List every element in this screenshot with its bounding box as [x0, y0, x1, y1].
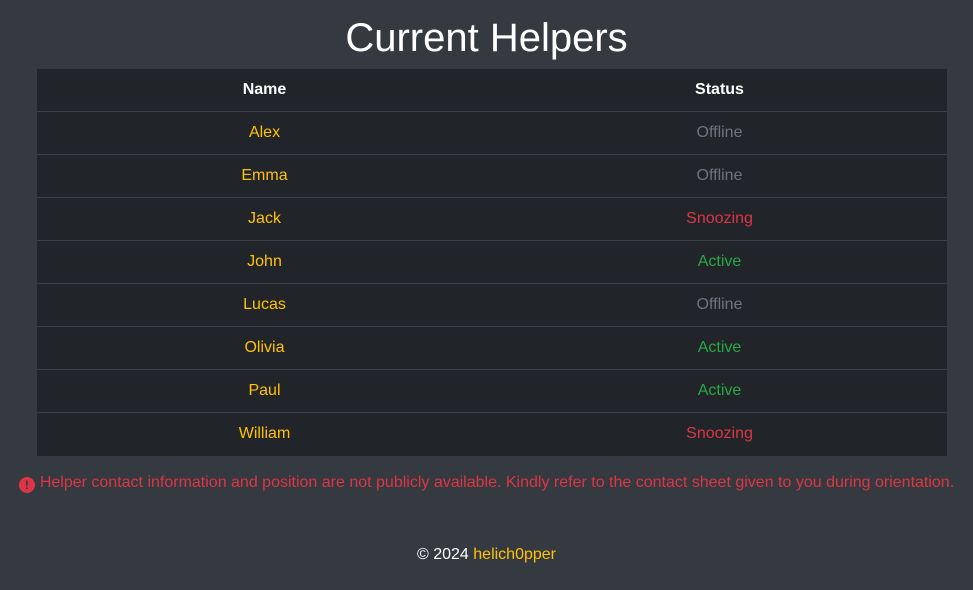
table-header-row: Name Status — [37, 69, 947, 112]
helper-status: Offline — [492, 283, 947, 327]
helper-name: Olivia — [37, 326, 492, 370]
table-row: Jack Snoozing — [37, 197, 947, 241]
helper-status: Offline — [492, 111, 947, 155]
helper-status: Snoozing — [686, 425, 753, 442]
helper-name: Paul — [37, 369, 492, 413]
author-link[interactable]: helich0pper — [473, 546, 556, 563]
column-header-status: Status — [492, 69, 947, 112]
table-row: John Active — [37, 240, 947, 284]
exclamation-circle-icon: ! — [18, 477, 35, 493]
helper-name: Jack — [37, 197, 492, 241]
helper-status: Active — [492, 369, 947, 413]
helper-status: Offline — [492, 154, 947, 198]
table-row: Lucas Offline — [37, 283, 947, 327]
table-row: Emma Offline — [37, 154, 947, 198]
table-row: Olivia Active — [37, 326, 947, 370]
helper-name: William — [238, 425, 291, 442]
table-row: Paul Active — [37, 369, 947, 413]
helper-status: Active — [492, 240, 947, 284]
helper-name: Alex — [37, 111, 492, 155]
helper-name: Emma — [37, 154, 492, 198]
privacy-notice-text: Helper contact information and position … — [39, 474, 955, 491]
table-row: Alex Offline — [37, 111, 947, 155]
footer: © 2024 helich0pper — [0, 546, 973, 564]
table-row: William Snoozing — [37, 413, 947, 456]
helpers-table: Name Status Alex Offline Emma Offline Ja… — [37, 69, 947, 455]
helpers-table-container: Name Status Alex Offline Emma Offline Ja… — [37, 69, 947, 456]
privacy-notice: ! Helper contact information and position… — [0, 474, 973, 493]
helper-name: John — [37, 240, 492, 284]
page-title: Current Helpers — [345, 16, 628, 60]
helper-status: Active — [492, 326, 947, 370]
column-header-name: Name — [37, 69, 492, 112]
helper-status: Snoozing — [492, 197, 947, 241]
helper-name: Lucas — [37, 283, 492, 327]
copyright-text: © 2024 — [416, 546, 469, 563]
